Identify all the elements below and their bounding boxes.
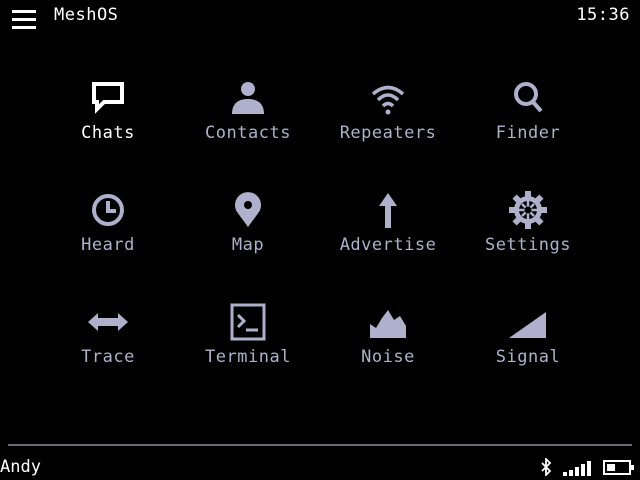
app-label: Advertise (339, 235, 437, 255)
noise-peaks-icon (368, 302, 408, 342)
clock: 15:36 (576, 5, 630, 25)
app-tile-signal[interactable]: Signal (458, 292, 598, 392)
app-tile-terminal[interactable]: Terminal (178, 292, 318, 392)
user-name: Andy (0, 457, 41, 477)
app-label: Settings (485, 235, 571, 255)
app-label: Contacts (205, 123, 291, 143)
app-label: Terminal (205, 347, 291, 367)
signal-bars-icon (562, 458, 592, 476)
app-label: Repeaters (339, 123, 437, 143)
status-bar: Andy (0, 454, 640, 480)
app-tile-repeaters[interactable]: Repeaters (318, 68, 458, 168)
divider (8, 444, 632, 446)
app-title: MeshOS (54, 5, 119, 25)
app-label: Trace (81, 347, 135, 367)
app-tile-trace[interactable]: Trace (38, 292, 178, 392)
battery-icon (603, 458, 635, 476)
app-label: Signal (495, 347, 561, 367)
map-pin-icon (228, 190, 268, 230)
clock-icon (88, 190, 128, 230)
app-tile-finder[interactable]: Finder (458, 68, 598, 168)
app-tile-contacts[interactable]: Contacts (178, 68, 318, 168)
app-label: Finder (495, 123, 561, 143)
app-label: Chats (81, 123, 135, 143)
gear-icon (508, 190, 548, 230)
bluetooth-icon (540, 456, 552, 478)
app-tile-map[interactable]: Map (178, 180, 318, 280)
hamburger-menu-icon[interactable] (10, 8, 38, 34)
app-label: Noise (361, 347, 415, 367)
wifi-icon (368, 78, 408, 118)
person-icon (228, 78, 268, 118)
chat-bubble-icon (88, 78, 128, 118)
up-arrow-icon (368, 190, 408, 230)
app-tile-chats[interactable]: Chats (38, 68, 178, 168)
signal-ramp-icon (508, 302, 548, 342)
double-arrow-icon (88, 302, 128, 342)
app-tile-heard[interactable]: Heard (38, 180, 178, 280)
top-bar: MeshOS 15:36 (0, 0, 640, 34)
terminal-icon (228, 302, 268, 342)
app-tile-advertise[interactable]: Advertise (318, 180, 458, 280)
app-label: Heard (81, 235, 135, 255)
app-label: Map (231, 235, 265, 255)
app-tile-settings[interactable]: Settings (458, 180, 598, 280)
app-tile-noise[interactable]: Noise (318, 292, 458, 392)
magnifier-icon (508, 78, 548, 118)
